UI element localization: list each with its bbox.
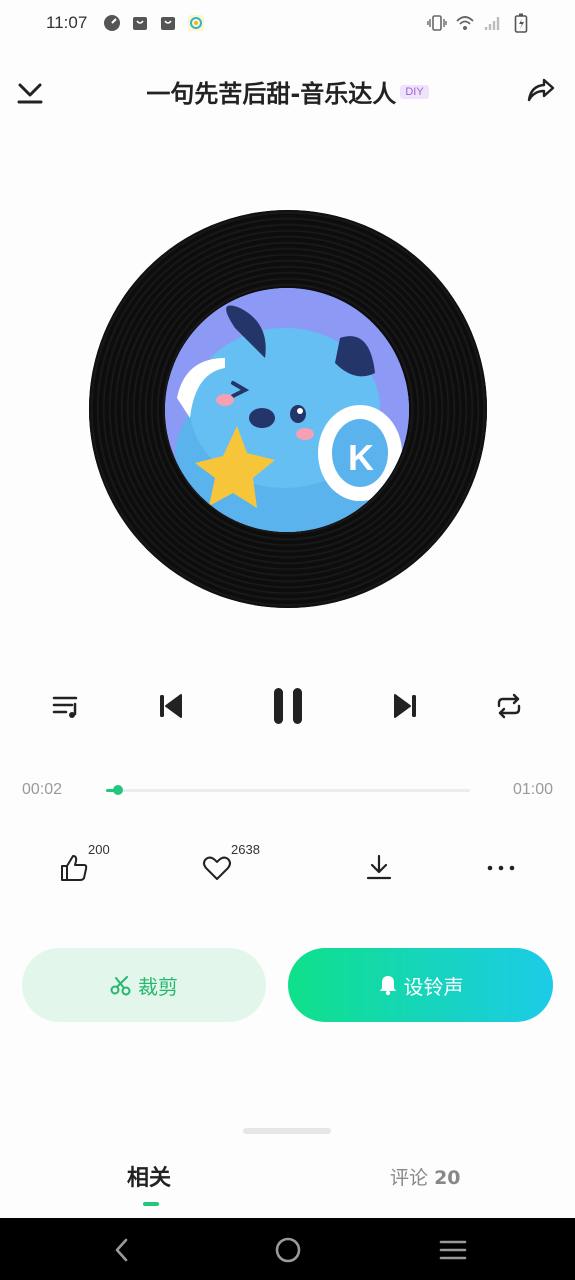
more-button[interactable]	[481, 848, 521, 888]
cut-button[interactable]: 裁剪	[22, 948, 266, 1022]
battery-icon	[511, 13, 531, 33]
system-nav-bar	[0, 1218, 575, 1280]
repeat-icon	[497, 693, 521, 719]
app-icon	[186, 13, 206, 33]
progress-thumb[interactable]	[113, 785, 123, 795]
tab-indicator	[143, 1202, 159, 1206]
nav-home-button[interactable]	[272, 1234, 304, 1266]
download-button[interactable]	[359, 848, 399, 888]
bell-icon	[379, 976, 396, 996]
song-actions: 200 2638	[0, 840, 575, 900]
menu-icon	[439, 1240, 467, 1260]
current-time: 00:02	[22, 781, 63, 798]
diy-badge: DIY	[400, 84, 429, 99]
svg-text:K: K	[348, 437, 374, 478]
player-controls	[0, 680, 575, 740]
skip-previous-icon	[160, 694, 182, 718]
cut-label: 裁剪	[138, 974, 178, 999]
set-ringtone-button[interactable]: 设铃声	[288, 948, 553, 1022]
vibrate-icon	[427, 13, 447, 33]
status-bar: 11:07	[0, 0, 575, 48]
download-icon	[366, 854, 392, 880]
skip-next-icon	[394, 694, 416, 718]
player-header: 一句先苦后甜-音乐达人 DIY	[0, 60, 575, 124]
favorite-count: 2638	[231, 842, 260, 857]
bag-icon	[130, 13, 150, 33]
nav-back-button[interactable]	[106, 1234, 138, 1266]
share-icon	[527, 78, 555, 102]
status-icons-right	[427, 13, 531, 33]
tab-comments-count: 20	[434, 1167, 461, 1189]
like-count: 200	[88, 842, 110, 857]
more-icon	[487, 865, 515, 871]
song-title: 一句先苦后甜-音乐达人	[146, 80, 397, 108]
signal-icon	[483, 13, 503, 33]
album-cover: K	[165, 288, 409, 532]
nav-menu-button[interactable]	[437, 1234, 469, 1266]
share-button[interactable]	[525, 74, 557, 106]
ringtone-label: 设铃声	[403, 974, 464, 999]
repeat-button[interactable]	[489, 686, 529, 726]
total-time: 01:00	[512, 781, 553, 798]
thumbs-up-icon	[61, 855, 88, 881]
tab-comments[interactable]: 评论 20	[390, 1163, 461, 1190]
heart-icon	[203, 856, 231, 880]
mascot-illustration: K	[165, 288, 409, 532]
playlist-button[interactable]	[46, 686, 86, 726]
status-icons-left	[102, 13, 206, 33]
bag-icon	[158, 13, 178, 33]
pause-icon	[274, 688, 302, 724]
next-button[interactable]	[386, 686, 426, 726]
tab-comments-label: 评论	[390, 1167, 429, 1189]
progress-section: 00:02 01:00	[0, 775, 575, 805]
playlist-icon	[52, 696, 78, 718]
pause-button[interactable]	[266, 684, 310, 728]
home-icon	[275, 1237, 301, 1263]
tab-related[interactable]: 相关	[127, 1160, 171, 1192]
progress-slider[interactable]	[106, 785, 470, 795]
back-icon	[115, 1238, 128, 1262]
scissors-icon	[110, 976, 131, 996]
previous-button[interactable]	[150, 686, 190, 726]
speedometer-icon	[102, 13, 122, 33]
wifi-icon	[455, 13, 475, 33]
sheet-handle[interactable]	[243, 1128, 331, 1134]
title-wrap: 一句先苦后甜-音乐达人 DIY	[0, 74, 575, 109]
status-time: 11:07	[46, 13, 88, 32]
